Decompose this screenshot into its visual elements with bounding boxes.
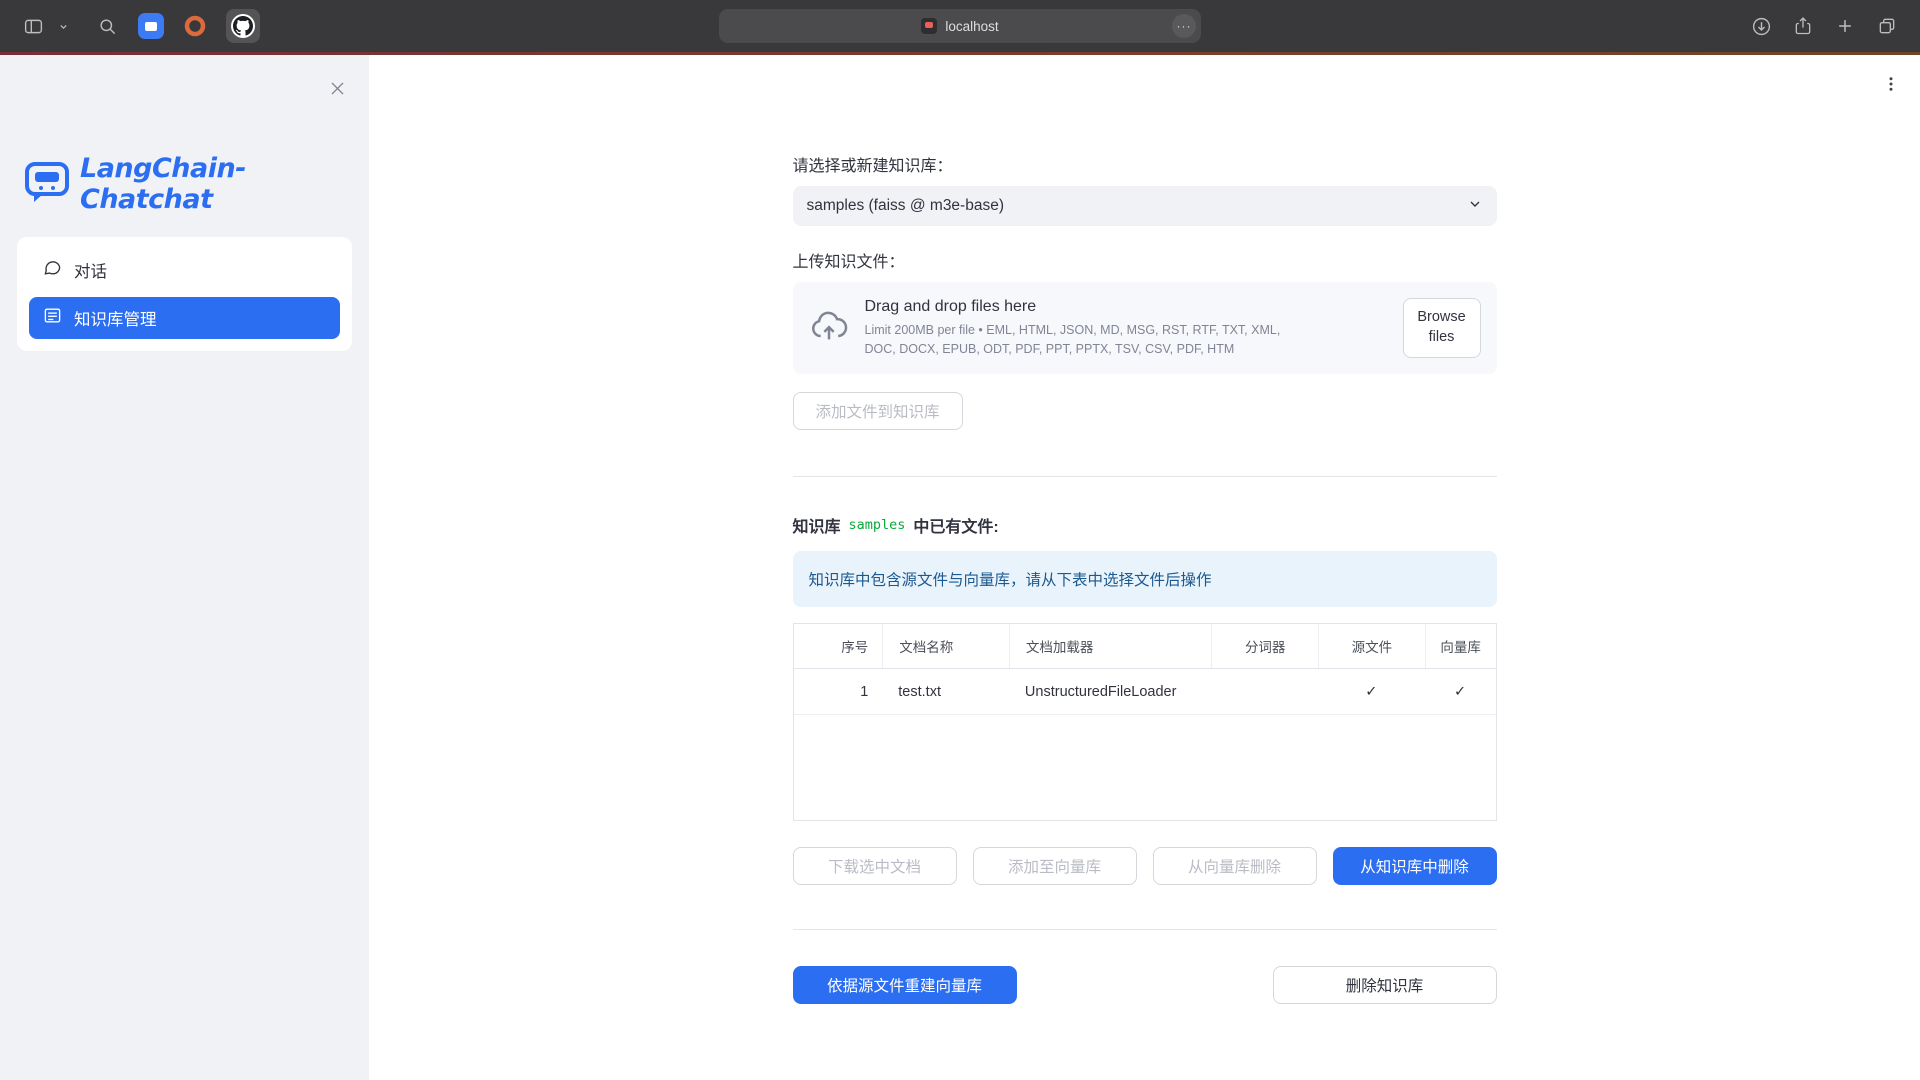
- main-area: 请选择或新建知识库： samples (faiss @ m3e-base) 上传…: [369, 55, 1920, 1080]
- col-header: 向量库: [1425, 624, 1496, 668]
- sidebar: LangChain-Chatchat 对话: [0, 55, 369, 1080]
- col-header: 序号: [794, 624, 883, 668]
- remove-from-vector-store-button[interactable]: 从向量库删除: [1153, 847, 1317, 885]
- chatchat-logo-icon: [24, 160, 70, 209]
- github-icon: [231, 14, 255, 38]
- kb-action-buttons: 依据源文件重建向量库 删除知识库: [793, 966, 1497, 1004]
- col-header: 文档名称: [882, 624, 1009, 668]
- delete-from-kb-button[interactable]: 从知识库中删除: [1333, 847, 1497, 885]
- chat-bubble-icon: [43, 258, 62, 282]
- browse-files-button[interactable]: Browse files: [1403, 298, 1481, 358]
- address-bar-url: localhost: [945, 19, 998, 34]
- cell-source-check: ✓: [1318, 684, 1425, 700]
- kb-heading-code: samples: [849, 517, 906, 533]
- add-files-to-kb-button[interactable]: 添加文件到知识库: [793, 392, 963, 430]
- sidebar-item-dialogue[interactable]: 对话: [29, 249, 340, 291]
- kb-files-heading: 知识库 samples 中已有文件:: [793, 513, 1497, 537]
- app-logo-text: LangChain-Chatchat: [80, 153, 369, 215]
- sidebar-nav: 对话 知识库管理: [17, 237, 352, 351]
- kb-heading-suffix: 中已有文件:: [913, 513, 998, 537]
- files-table: 序号 文档名称 文档加载器 分词器 源文件 向量库 1 test.txt Uns…: [793, 623, 1497, 821]
- kb-heading-prefix: 知识库: [793, 513, 841, 537]
- pinned-app-orange-icon[interactable]: [182, 13, 208, 39]
- tab-overview-icon[interactable]: [1874, 13, 1900, 39]
- col-header: 源文件: [1318, 624, 1425, 668]
- knowledge-base-icon: [43, 306, 62, 330]
- col-header: 文档加载器: [1009, 624, 1211, 668]
- divider: [793, 929, 1497, 930]
- toolbar-right-group: [1748, 13, 1900, 39]
- downloads-icon[interactable]: [1748, 13, 1774, 39]
- kb-select[interactable]: samples (faiss @ m3e-base): [793, 186, 1497, 226]
- file-action-buttons: 下载选中文档 添加至向量库 从向量库删除 从知识库中删除: [793, 847, 1497, 885]
- cell-loader: UnstructuredFileLoader: [1009, 684, 1211, 700]
- sidebar-item-label: 对话: [74, 258, 107, 282]
- sidebar-item-label: 知识库管理: [74, 306, 157, 330]
- app-logo: LangChain-Chatchat: [24, 153, 369, 215]
- site-favicon-icon: [921, 18, 937, 34]
- info-banner: 知识库中包含源文件与向量库，请从下表中选择文件后操作: [793, 551, 1497, 607]
- dropzone-title: Drag and drop files here: [865, 298, 1403, 316]
- divider: [793, 476, 1497, 477]
- kb-select-value: samples (faiss @ m3e-base): [807, 197, 1005, 215]
- sidebar-item-kb-management[interactable]: 知识库管理: [29, 297, 340, 339]
- file-dropzone[interactable]: Drag and drop files here Limit 200MB per…: [793, 282, 1497, 374]
- pinned-tab-active[interactable]: [226, 9, 260, 43]
- content-column: 请选择或新建知识库： samples (faiss @ m3e-base) 上传…: [793, 55, 1497, 1004]
- chevron-down-icon[interactable]: [50, 13, 76, 39]
- download-selected-button[interactable]: 下载选中文档: [793, 847, 957, 885]
- dropzone-limit-text: Limit 200MB per file • EML, HTML, JSON, …: [865, 321, 1295, 357]
- page-settings-icon[interactable]: ···: [1172, 14, 1196, 38]
- kb-select-label: 请选择或新建知识库：: [793, 152, 1497, 176]
- address-bar[interactable]: localhost ···: [719, 9, 1201, 43]
- select-chevron-icon: [1467, 196, 1483, 217]
- new-tab-icon[interactable]: [1832, 13, 1858, 39]
- cell-vector-check: ✓: [1425, 684, 1496, 700]
- cloud-upload-icon: [809, 306, 849, 351]
- files-table-header: 序号 文档名称 文档加载器 分词器 源文件 向量库: [794, 624, 1496, 669]
- upload-label: 上传知识文件：: [793, 248, 1497, 272]
- info-banner-text: 知识库中包含源文件与向量库，请从下表中选择文件后操作: [809, 568, 1212, 590]
- pinned-app-blue-icon[interactable]: [138, 13, 164, 39]
- dropzone-text: Drag and drop files here Limit 200MB per…: [865, 298, 1403, 357]
- sidebar-toggle-icon[interactable]: [20, 13, 46, 39]
- share-icon[interactable]: [1790, 13, 1816, 39]
- app-menu-icon[interactable]: [1878, 71, 1904, 100]
- sidebar-close-icon[interactable]: [324, 75, 351, 105]
- rebuild-vector-store-button[interactable]: 依据源文件重建向量库: [793, 966, 1017, 1004]
- add-to-vector-store-button[interactable]: 添加至向量库: [973, 847, 1137, 885]
- toolbar-left-group: [20, 9, 260, 43]
- search-icon[interactable]: [94, 13, 120, 39]
- browser-toolbar: localhost ···: [0, 0, 1920, 52]
- delete-kb-button[interactable]: 删除知识库: [1273, 966, 1497, 1004]
- table-row[interactable]: 1 test.txt UnstructuredFileLoader ✓ ✓: [794, 669, 1496, 715]
- col-header: 分词器: [1211, 624, 1318, 668]
- cell-index: 1: [794, 684, 883, 700]
- cell-filename: test.txt: [882, 684, 1009, 700]
